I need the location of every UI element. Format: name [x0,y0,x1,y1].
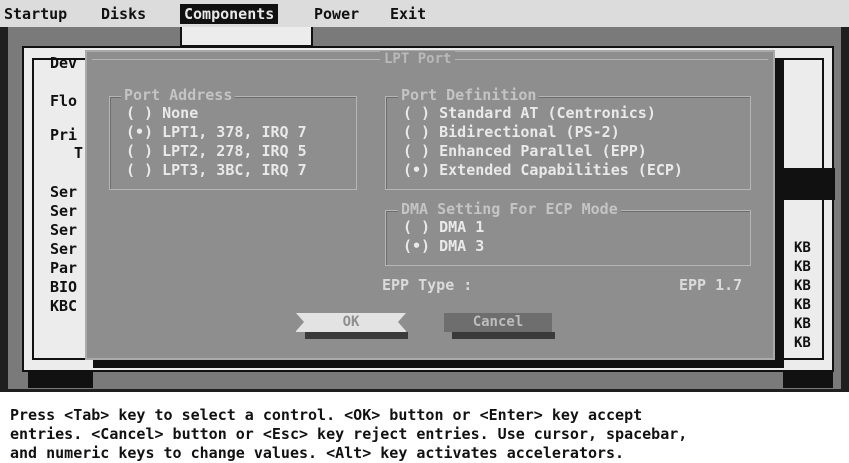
radio-mark: ( ) [126,104,154,122]
option-label: DMA 3 [439,237,485,255]
bg-label-ser3: Ser [50,221,78,239]
bg-label-bio: BIO [50,278,78,296]
dialog-shadow-right [775,58,784,368]
option-label: Extended Capabilities (ECP) [439,161,683,179]
menu-startup[interactable]: Startup [4,4,67,24]
ok-button-label: OK [342,314,360,330]
kb-unit: KB [794,240,811,256]
bg-label-pri: Pri [50,126,78,144]
cancel-button-label: Cancel [472,314,524,330]
port-address-option-lpt1[interactable]: (•) LPT1, 378, IRQ 7 [126,123,307,142]
status-help-area: Press <Tab> key to select a control. <OK… [0,392,849,463]
option-label: LPT1, 378, IRQ 7 [162,123,307,141]
components-tab-panel [180,27,313,47]
port-definition-option-epp[interactable]: ( ) Enhanced Parallel (EPP) [403,142,647,161]
dma-setting-title: DMA Setting For ECP Mode [398,200,621,218]
radio-mark: (•) [403,161,431,179]
option-label: DMA 1 [439,218,485,236]
radio-mark: ( ) [403,104,431,122]
radio-mark: ( ) [126,142,154,160]
radio-mark: (•) [403,237,431,255]
bg-label-t: T [74,144,84,162]
bg-label-dev: Dev [50,54,78,72]
cancel-button-shadow [452,332,555,339]
option-label: LPT3, 3BC, IRQ 7 [162,161,307,179]
option-label: LPT2, 278, IRQ 5 [162,142,307,160]
kb-unit: KB [794,278,811,294]
port-definition-option-bidirectional[interactable]: ( ) Bidirectional (PS-2) [403,123,620,142]
ok-button[interactable]: OK [296,313,406,332]
radio-mark: ( ) [126,161,154,179]
background-divider-bar [775,168,835,200]
epp-type-label: EPP Type : [382,276,473,294]
radio-mark: (•) [126,123,154,141]
kb-unit: KB [794,297,811,313]
bg-label-kbc: KBC [50,297,78,315]
dma-option-1[interactable]: ( ) DMA 1 [403,218,484,237]
epp-type-value: EPP 1.7 [679,276,743,294]
port-address-option-lpt3[interactable]: ( ) LPT3, 3BC, IRQ 7 [126,161,307,180]
port-address-title: Port Address [121,86,236,104]
option-label: Enhanced Parallel (EPP) [439,142,647,160]
help-line-2: entries. <Cancel> button or <Esc> key re… [10,425,688,443]
menu-bar: Startup Disks Components Power Exit [0,0,849,27]
bg-label-par: Par [50,259,78,277]
bg-label-flo: Flo [50,92,78,110]
option-label: Standard AT (Centronics) [439,104,656,122]
port-definition-option-ecp[interactable]: (•) Extended Capabilities (ECP) [403,161,683,180]
kb-unit: KB [794,316,811,332]
option-label: None [162,104,199,122]
radio-mark: ( ) [403,218,431,236]
menu-exit[interactable]: Exit [390,4,426,24]
bg-label-ser4: Ser [50,240,78,258]
help-line-1: Press <Tab> key to select a control. <OK… [10,406,643,424]
background-shadow-right [783,372,833,388]
port-definition-option-standard[interactable]: ( ) Standard AT (Centronics) [403,104,656,123]
dma-option-3[interactable]: (•) DMA 3 [403,237,484,256]
option-label: Bidirectional (PS-2) [439,123,620,141]
radio-mark: ( ) [403,123,431,141]
ok-button-right-marker [398,313,406,331]
bg-label-ser1: Ser [50,183,78,201]
menu-components[interactable]: Components [180,4,279,24]
port-definition-title: Port Definition [398,86,540,104]
bg-label-ser2: Ser [50,202,78,220]
dialog-title: LPT Port [380,51,456,67]
ok-button-shadow [305,332,408,339]
help-line-3: and numeric keys to change values. <Alt>… [10,444,625,462]
menu-disks[interactable]: Disks [101,4,146,24]
background-shadow-left [28,372,93,388]
ok-button-left-marker [296,313,304,331]
radio-mark: ( ) [403,142,431,160]
cancel-button[interactable]: Cancel [444,313,552,332]
port-address-option-lpt2[interactable]: ( ) LPT2, 278, IRQ 5 [126,142,307,161]
port-address-option-none[interactable]: ( ) None [126,104,198,123]
kb-unit: KB [794,335,811,351]
menu-power[interactable]: Power [314,4,359,24]
kb-unit: KB [794,259,811,275]
